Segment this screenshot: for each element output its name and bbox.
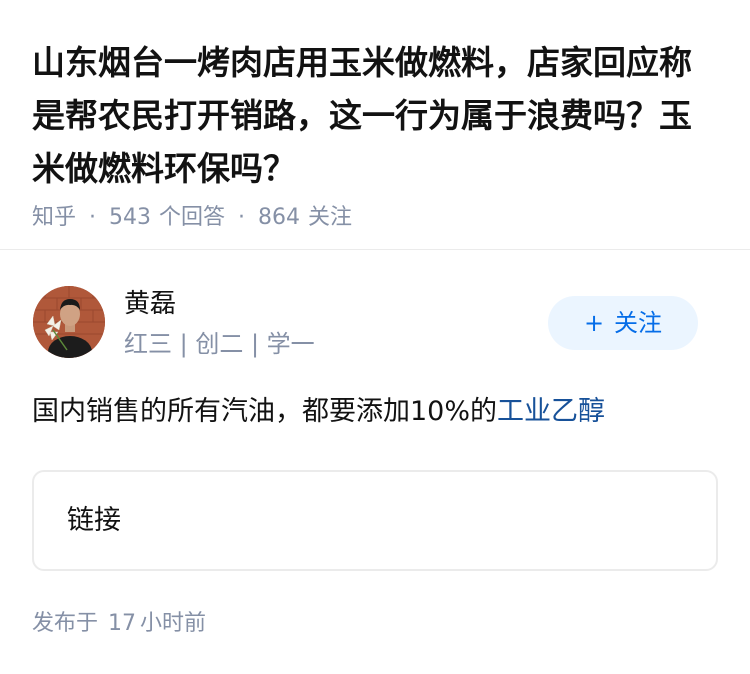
published-time: 发布于 17 小时前 <box>32 608 206 640</box>
answer-link[interactable]: 工业乙醇 <box>497 396 605 427</box>
followers-count: 864 <box>258 205 301 230</box>
answer-text: 国内销售的所有汽油，都要添加10%的工业乙醇 <box>32 392 605 432</box>
answers-label: 个回答 <box>159 205 226 230</box>
followers-label: 关注 <box>308 205 353 230</box>
meta-separator: · <box>238 205 246 230</box>
link-card-label: 链接 <box>67 505 121 536</box>
question-header: 山东烟台一烤肉店用玉米做燃料，店家回应称是帮农民打开销路，这一行为属于浪费吗？玉… <box>0 0 750 230</box>
section-divider <box>0 249 750 250</box>
meta-separator: · <box>89 205 97 230</box>
follow-button[interactable]: + 关注 <box>548 296 698 350</box>
plus-icon: + <box>583 309 605 337</box>
author-bio: 红三 | 创二 | 学一 <box>124 330 315 358</box>
published-prefix: 发布于 <box>32 611 99 636</box>
author-row: 黄磊 红三 | 创二 | 学一 + 关注 <box>33 286 698 358</box>
question-title[interactable]: 山东烟台一烤肉店用玉米做燃料，店家回应称是帮农民打开销路，这一行为属于浪费吗？玉… <box>32 36 716 195</box>
answer-body: 国内销售的所有汽油，都要添加10%的 <box>32 396 498 427</box>
source-label[interactable]: 知乎 <box>32 203 76 233</box>
avatar-photo-icon <box>33 286 105 358</box>
published-number: 17 <box>108 611 137 636</box>
author-name[interactable]: 黄磊 <box>124 286 176 322</box>
answers-count: 543 <box>109 205 152 230</box>
link-card[interactable]: 链接 <box>32 470 718 571</box>
follow-button-label: 关注 <box>614 309 663 337</box>
question-meta: 知乎 · 543 个回答 · 864 关注 <box>32 203 716 233</box>
published-suffix: 小时前 <box>140 611 207 636</box>
avatar[interactable] <box>33 286 105 358</box>
